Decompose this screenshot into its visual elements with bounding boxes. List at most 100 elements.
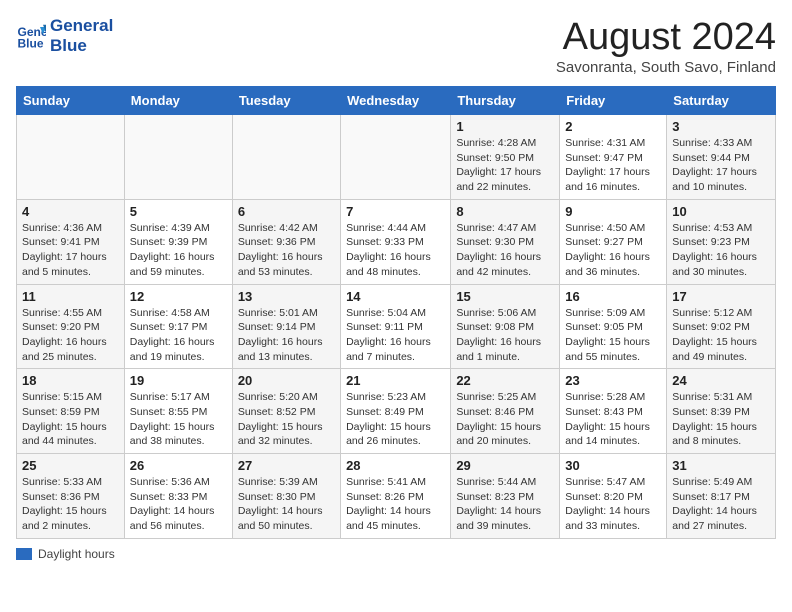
calendar-cell: 23 Sunrise: 5:28 AM Sunset: 8:43 PM Dayli…	[560, 369, 667, 454]
calendar-cell: 7 Sunrise: 4:44 AM Sunset: 9:33 PM Daylig…	[341, 199, 451, 284]
day-info: Sunrise: 5:15 AM Sunset: 8:59 PM Dayligh…	[22, 390, 119, 449]
day-number: 12	[130, 289, 227, 304]
day-info: Sunrise: 4:42 AM Sunset: 9:36 PM Dayligh…	[238, 221, 335, 280]
day-info: Sunrise: 5:41 AM Sunset: 8:26 PM Dayligh…	[346, 475, 445, 534]
day-number: 29	[456, 458, 554, 473]
calendar-header-row: SundayMondayTuesdayWednesdayThursdayFrid…	[17, 87, 776, 115]
calendar-cell: 11 Sunrise: 4:55 AM Sunset: 9:20 PM Dayli…	[17, 284, 125, 369]
calendar-cell: 3 Sunrise: 4:33 AM Sunset: 9:44 PM Daylig…	[667, 115, 776, 200]
day-info: Sunrise: 4:44 AM Sunset: 9:33 PM Dayligh…	[346, 221, 445, 280]
month-title: August 2024	[556, 16, 776, 59]
day-number: 22	[456, 373, 554, 388]
day-of-week-header: Saturday	[667, 87, 776, 115]
day-number: 17	[672, 289, 770, 304]
day-info: Sunrise: 4:55 AM Sunset: 9:20 PM Dayligh…	[22, 306, 119, 365]
svg-text:Blue: Blue	[18, 37, 44, 51]
day-number: 28	[346, 458, 445, 473]
day-info: Sunrise: 5:25 AM Sunset: 8:46 PM Dayligh…	[456, 390, 554, 449]
day-number: 15	[456, 289, 554, 304]
calendar-cell: 10Sunrise: 4:53 AM Sunset: 9:23 PM Dayli…	[667, 199, 776, 284]
calendar-cell: 16 Sunrise: 5:09 AM Sunset: 9:05 PM Dayli…	[560, 284, 667, 369]
day-of-week-header: Thursday	[451, 87, 560, 115]
calendar-cell: 8Sunrise: 4:47 AM Sunset: 9:30 PM Daylig…	[451, 199, 560, 284]
day-number: 7	[346, 204, 445, 219]
calendar-cell: 30 Sunrise: 5:47 AM Sunset: 8:20 PM Dayli…	[560, 454, 667, 539]
day-info: Sunrise: 5:01 AM Sunset: 9:14 PM Dayligh…	[238, 306, 335, 365]
calendar-cell: 18 Sunrise: 5:15 AM Sunset: 8:59 PM Dayli…	[17, 369, 125, 454]
day-number: 5	[130, 204, 227, 219]
calendar-cell: 14Sunrise: 5:04 AM Sunset: 9:11 PM Dayli…	[341, 284, 451, 369]
day-number: 16	[565, 289, 661, 304]
calendar-cell: 22 Sunrise: 5:25 AM Sunset: 8:46 PM Dayli…	[451, 369, 560, 454]
subtitle: Savonranta, South Savo, Finland	[556, 59, 776, 76]
day-info: Sunrise: 4:28 AM Sunset: 9:50 PM Dayligh…	[456, 136, 554, 195]
day-number: 23	[565, 373, 661, 388]
calendar-cell: 29 Sunrise: 5:44 AM Sunset: 8:23 PM Dayli…	[451, 454, 560, 539]
calendar-cell: 26Sunrise: 5:36 AM Sunset: 8:33 PM Dayli…	[124, 454, 232, 539]
day-number: 4	[22, 204, 119, 219]
calendar-cell: 19 Sunrise: 5:17 AM Sunset: 8:55 PM Dayli…	[124, 369, 232, 454]
day-of-week-header: Monday	[124, 87, 232, 115]
title-area: August 2024 Savonranta, South Savo, Finl…	[556, 16, 776, 76]
calendar-cell: 21Sunrise: 5:23 AM Sunset: 8:49 PM Dayli…	[341, 369, 451, 454]
day-of-week-header: Sunday	[17, 87, 125, 115]
calendar-cell: 20 Sunrise: 5:20 AM Sunset: 8:52 PM Dayli…	[232, 369, 340, 454]
legend-bar	[16, 548, 32, 560]
day-info: Sunrise: 5:20 AM Sunset: 8:52 PM Dayligh…	[238, 390, 335, 449]
calendar-cell: 17 Sunrise: 5:12 AM Sunset: 9:02 PM Dayli…	[667, 284, 776, 369]
day-info: Sunrise: 5:44 AM Sunset: 8:23 PM Dayligh…	[456, 475, 554, 534]
calendar-cell: 13 Sunrise: 5:01 AM Sunset: 9:14 PM Dayli…	[232, 284, 340, 369]
day-info: Sunrise: 5:39 AM Sunset: 8:30 PM Dayligh…	[238, 475, 335, 534]
calendar-cell: 5Sunrise: 4:39 AM Sunset: 9:39 PM Daylig…	[124, 199, 232, 284]
day-info: Sunrise: 4:33 AM Sunset: 9:44 PM Dayligh…	[672, 136, 770, 195]
day-number: 3	[672, 119, 770, 134]
day-info: Sunrise: 5:12 AM Sunset: 9:02 PM Dayligh…	[672, 306, 770, 365]
calendar-cell: 4 Sunrise: 4:36 AM Sunset: 9:41 PM Daylig…	[17, 199, 125, 284]
calendar-cell	[341, 115, 451, 200]
day-number: 20	[238, 373, 335, 388]
day-number: 18	[22, 373, 119, 388]
day-number: 25	[22, 458, 119, 473]
calendar-week-row: 11 Sunrise: 4:55 AM Sunset: 9:20 PM Dayli…	[17, 284, 776, 369]
calendar-cell	[17, 115, 125, 200]
logo: General Blue General Blue	[16, 16, 113, 57]
calendar-week-row: 25 Sunrise: 5:33 AM Sunset: 8:36 PM Dayli…	[17, 454, 776, 539]
day-number: 6	[238, 204, 335, 219]
day-number: 13	[238, 289, 335, 304]
day-info: Sunrise: 5:31 AM Sunset: 8:39 PM Dayligh…	[672, 390, 770, 449]
calendar-cell: 1 Sunrise: 4:28 AM Sunset: 9:50 PM Daylig…	[451, 115, 560, 200]
calendar-cell: 31Sunrise: 5:49 AM Sunset: 8:17 PM Dayli…	[667, 454, 776, 539]
day-number: 1	[456, 119, 554, 134]
day-info: Sunrise: 5:04 AM Sunset: 9:11 PM Dayligh…	[346, 306, 445, 365]
day-info: Sunrise: 5:49 AM Sunset: 8:17 PM Dayligh…	[672, 475, 770, 534]
calendar-cell: 28 Sunrise: 5:41 AM Sunset: 8:26 PM Dayli…	[341, 454, 451, 539]
calendar-cell	[124, 115, 232, 200]
calendar-cell: 9Sunrise: 4:50 AM Sunset: 9:27 PM Daylig…	[560, 199, 667, 284]
day-number: 26	[130, 458, 227, 473]
day-number: 10	[672, 204, 770, 219]
calendar-week-row: 18 Sunrise: 5:15 AM Sunset: 8:59 PM Dayli…	[17, 369, 776, 454]
day-info: Sunrise: 4:31 AM Sunset: 9:47 PM Dayligh…	[565, 136, 661, 195]
calendar-week-row: 4 Sunrise: 4:36 AM Sunset: 9:41 PM Daylig…	[17, 199, 776, 284]
day-number: 2	[565, 119, 661, 134]
day-info: Sunrise: 5:09 AM Sunset: 9:05 PM Dayligh…	[565, 306, 661, 365]
legend: Daylight hours	[16, 547, 776, 561]
day-number: 24	[672, 373, 770, 388]
day-number: 19	[130, 373, 227, 388]
calendar-week-row: 1 Sunrise: 4:28 AM Sunset: 9:50 PM Daylig…	[17, 115, 776, 200]
calendar-cell: 12Sunrise: 4:58 AM Sunset: 9:17 PM Dayli…	[124, 284, 232, 369]
day-info: Sunrise: 5:33 AM Sunset: 8:36 PM Dayligh…	[22, 475, 119, 534]
calendar-cell	[232, 115, 340, 200]
calendar-cell: 25 Sunrise: 5:33 AM Sunset: 8:36 PM Dayli…	[17, 454, 125, 539]
day-info: Sunrise: 5:47 AM Sunset: 8:20 PM Dayligh…	[565, 475, 661, 534]
day-info: Sunrise: 4:50 AM Sunset: 9:27 PM Dayligh…	[565, 221, 661, 280]
day-info: Sunrise: 4:36 AM Sunset: 9:41 PM Dayligh…	[22, 221, 119, 280]
calendar-cell: 2 Sunrise: 4:31 AM Sunset: 9:47 PM Daylig…	[560, 115, 667, 200]
day-number: 30	[565, 458, 661, 473]
day-number: 21	[346, 373, 445, 388]
day-info: Sunrise: 5:17 AM Sunset: 8:55 PM Dayligh…	[130, 390, 227, 449]
day-info: Sunrise: 5:06 AM Sunset: 9:08 PM Dayligh…	[456, 306, 554, 365]
day-info: Sunrise: 5:28 AM Sunset: 8:43 PM Dayligh…	[565, 390, 661, 449]
calendar-cell: 15 Sunrise: 5:06 AM Sunset: 9:08 PM Dayli…	[451, 284, 560, 369]
day-number: 11	[22, 289, 119, 304]
